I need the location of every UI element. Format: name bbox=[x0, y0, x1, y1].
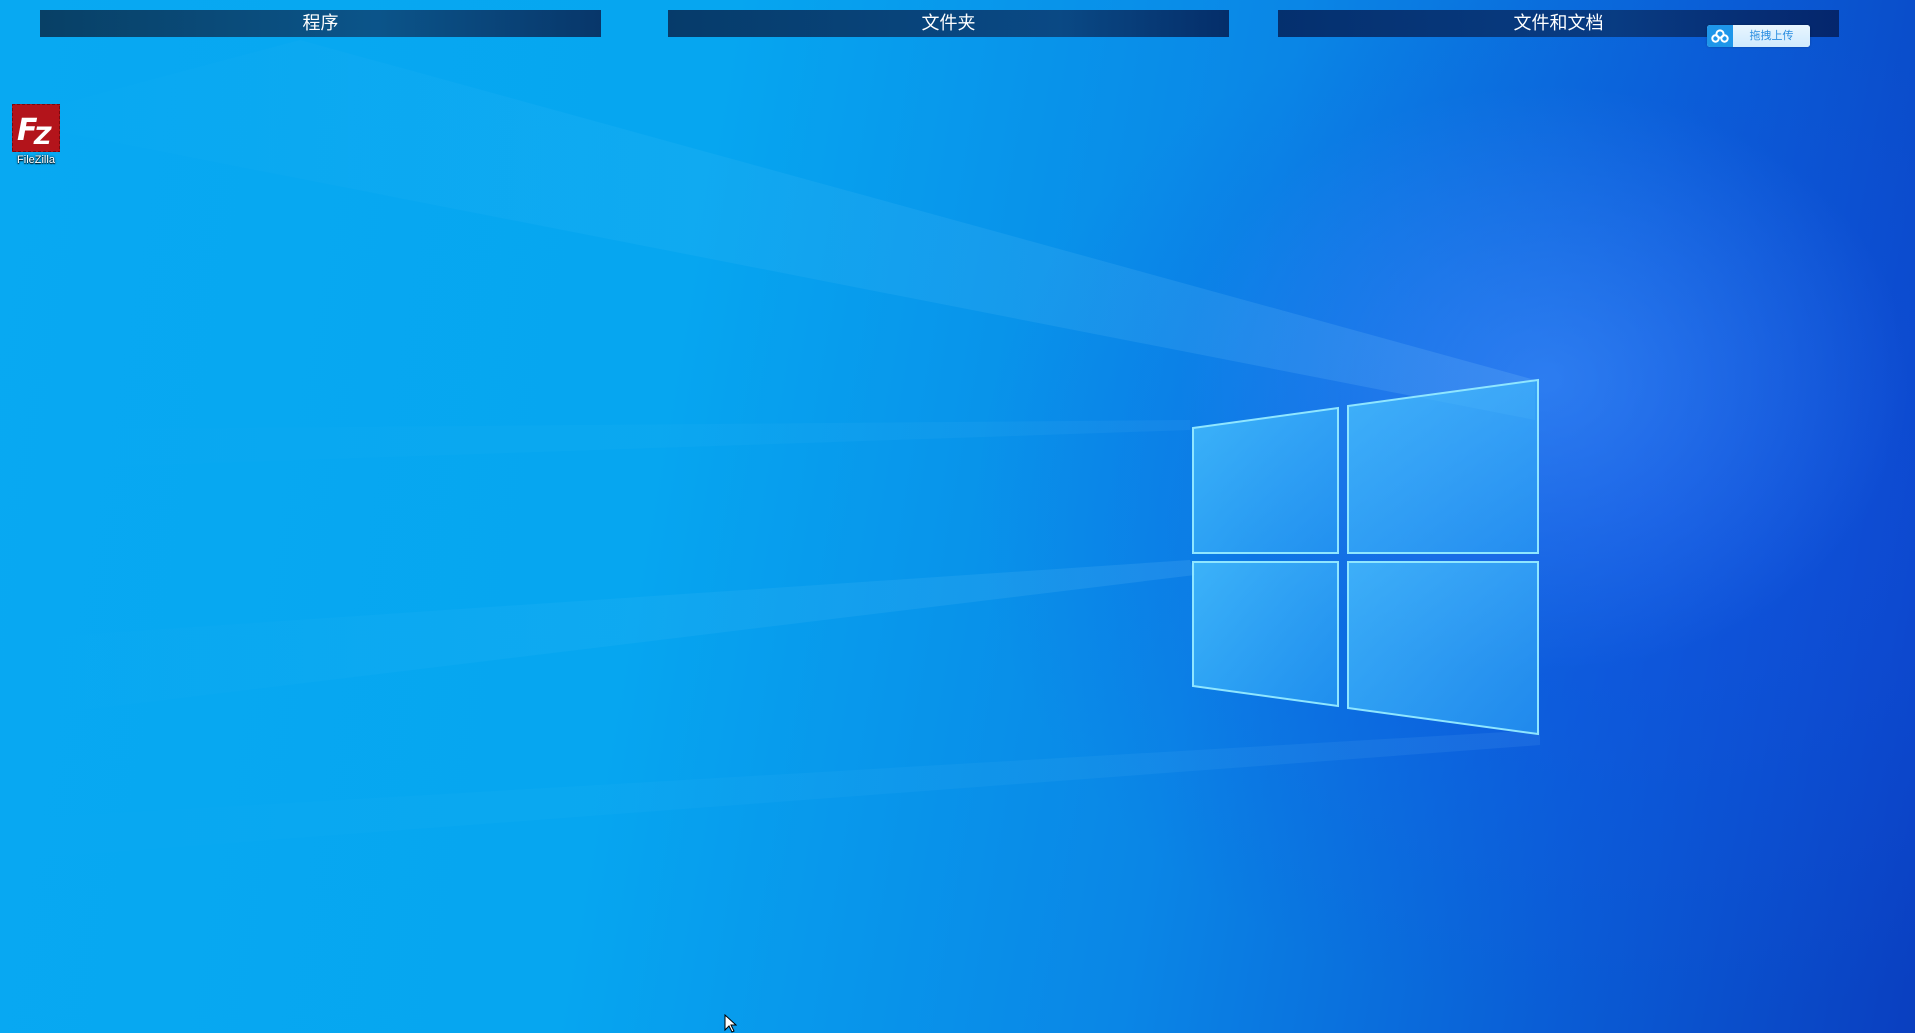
fence-header-programs[interactable]: 程序 bbox=[40, 10, 601, 37]
windows-logo-pane bbox=[1347, 561, 1539, 736]
desktop-icon-filezilla[interactable]: F Z FileZilla bbox=[6, 104, 66, 166]
svg-text:Z: Z bbox=[33, 122, 52, 150]
mouse-cursor-icon bbox=[724, 1014, 737, 1033]
desktop-background: 程序 文件夹 文件和文档 拖拽上传 F Z FileZilla bbox=[0, 0, 1915, 1033]
windows-logo-pane bbox=[1347, 378, 1539, 554]
drag-upload-widget[interactable]: 拖拽上传 bbox=[1707, 25, 1810, 47]
desktop-icon-label: FileZilla bbox=[17, 154, 55, 166]
fence-header-folders[interactable]: 文件夹 bbox=[668, 10, 1229, 37]
windows-logo-pane bbox=[1192, 561, 1339, 708]
drag-upload-label: 拖拽上传 bbox=[1733, 25, 1810, 47]
windows-logo-pane bbox=[1192, 406, 1339, 554]
filezilla-icon: F Z bbox=[12, 104, 60, 152]
windows-wallpaper-graphic bbox=[0, 40, 1540, 860]
cloud-icon bbox=[1707, 25, 1733, 47]
